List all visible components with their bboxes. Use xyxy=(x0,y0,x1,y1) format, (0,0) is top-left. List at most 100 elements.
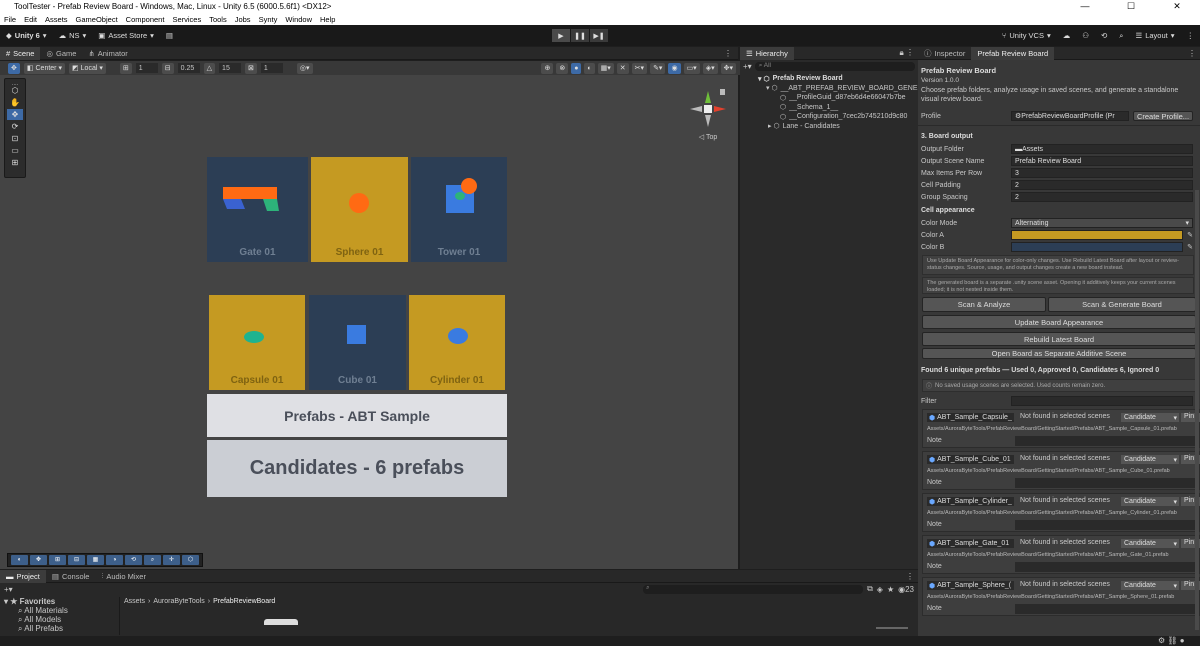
view-gizmo[interactable]: ◁ Top xyxy=(686,87,730,145)
tab-game[interactable]: ◎ Game xyxy=(40,47,82,60)
transform-tool-icon[interactable]: ⊞ xyxy=(7,157,23,168)
open-board-button[interactable]: Open Board as Separate Additive Scene xyxy=(922,348,1196,359)
prefab-object-field[interactable]: ⬢ ABT_Sample_Cube_01 xyxy=(927,455,1014,464)
search-icon[interactable]: ⌕ xyxy=(1113,31,1129,41)
filter-icon[interactable]: ⧉ xyxy=(867,584,873,594)
menu-component[interactable]: Component xyxy=(122,15,169,24)
rotate-tool-icon[interactable]: ⟳ xyxy=(7,121,23,132)
camera-icon[interactable]: ▭▾ xyxy=(683,62,700,74)
shaded-icon[interactable]: ● xyxy=(571,62,582,74)
favorites-item[interactable]: ⌕ All Prefabs xyxy=(0,624,119,633)
tab-scene[interactable]: # Scene xyxy=(0,46,41,60)
cube-icon[interactable]: ⬡ xyxy=(7,85,23,96)
menu-tools[interactable]: Tools xyxy=(205,15,231,24)
effects-icon[interactable]: ✂▾ xyxy=(631,62,648,74)
more-icon[interactable]: ⋮ xyxy=(1181,31,1200,41)
filter-input[interactable] xyxy=(1011,396,1193,406)
max-items-field[interactable]: 3 xyxy=(1011,168,1193,178)
space-dropdown[interactable]: ◩ Local ▾ xyxy=(69,62,106,74)
scan-analyze-button[interactable]: Scan & Analyze xyxy=(922,297,1046,312)
menu-file[interactable]: File xyxy=(0,15,20,24)
board-cell-cube[interactable]: Cube 01 xyxy=(309,295,406,390)
more-icon[interactable]: ⋮ xyxy=(906,572,918,581)
step-icon[interactable]: ▶❚ xyxy=(590,29,608,42)
hierarchy-search-input[interactable]: ⌕ All xyxy=(754,61,915,71)
board-cell-gate[interactable]: Gate 01 xyxy=(207,157,308,262)
tab-console[interactable]: ▤ Console xyxy=(46,570,96,583)
hand-tool-icon[interactable]: ✋ xyxy=(7,97,23,108)
tool-icon-8[interactable]: ⌕ xyxy=(144,555,161,565)
note-input[interactable] xyxy=(1015,478,1199,488)
cloud-icon[interactable]: ☁ xyxy=(1057,31,1077,41)
fx-icon[interactable]: ▦▾ xyxy=(597,62,614,74)
rebuild-board-button[interactable]: Rebuild Latest Board xyxy=(922,332,1196,346)
snap-field-3[interactable]: 15 xyxy=(219,63,242,73)
package-icon[interactable]: ▤ xyxy=(160,31,179,40)
color-mode-dropdown[interactable]: Alternating ▾ xyxy=(1011,218,1193,228)
snap-field-4[interactable]: 1 xyxy=(260,63,283,73)
vcs-button[interactable]: ⑂ Unity VCS ▾ xyxy=(996,31,1057,41)
asset-thumbnail[interactable] xyxy=(264,619,298,625)
menu-edit[interactable]: Edit xyxy=(20,15,41,24)
gizmo-toggle-icon[interactable]: ◎▾ xyxy=(296,62,313,74)
add-icon[interactable]: +▾ xyxy=(743,62,752,71)
favorites-item[interactable]: ⌕ All Materials xyxy=(0,606,119,615)
profile-field[interactable]: ⚙ PrefabReviewBoardProfile (Pr xyxy=(1011,111,1129,121)
menu-services[interactable]: Services xyxy=(168,15,205,24)
tab-project[interactable]: ▬ Project xyxy=(0,569,46,583)
menu-window[interactable]: Window xyxy=(281,15,316,24)
scale-tool-icon[interactable]: ⊡ xyxy=(7,133,23,144)
account-button[interactable]: ◆ Unity 6 ▾ xyxy=(0,31,53,40)
hierarchy-item[interactable]: ⬡ __Schema_1__ xyxy=(758,103,918,113)
pivot-dropdown[interactable]: ◧ Center ▾ xyxy=(23,62,66,74)
breadcrumb-item[interactable]: Assets xyxy=(124,598,145,605)
status-dropdown[interactable]: Candidate ▾ xyxy=(1121,455,1179,464)
update-appearance-button[interactable]: Update Board Appearance xyxy=(922,315,1196,329)
more-icon[interactable]: ⋮ xyxy=(724,49,738,58)
visibility-count[interactable]: ◉23 xyxy=(898,585,914,594)
maximize-icon[interactable]: ☐ xyxy=(1108,1,1154,12)
note-input[interactable] xyxy=(1015,520,1199,530)
tool-icon-10[interactable]: ⬡ xyxy=(182,555,199,565)
prefab-object-field[interactable]: ⬢ ABT_Sample_Sphere_( xyxy=(927,581,1014,590)
add-icon[interactable]: +▾ xyxy=(4,585,13,594)
menu-jobs[interactable]: Jobs xyxy=(231,15,255,24)
status-dropdown[interactable]: Candidate ▾ xyxy=(1121,497,1179,506)
tool-icon-9[interactable]: ✛ xyxy=(163,555,180,565)
move-snap-icon[interactable]: ⊟ xyxy=(161,62,174,74)
menu-help[interactable]: Help xyxy=(316,15,339,24)
inspector-scrollbar[interactable] xyxy=(1195,190,1199,630)
prefab-object-field[interactable]: ⬢ ABT_Sample_Capsule_ xyxy=(927,413,1014,422)
eyedropper-icon[interactable]: ✎ xyxy=(1183,243,1193,251)
note-input[interactable] xyxy=(1015,562,1199,572)
lock-icon[interactable]: 🔒︎ ⋮ xyxy=(900,48,918,58)
tab-animator[interactable]: ⋔ Animator xyxy=(82,47,133,60)
asset-store-button[interactable]: ▣ Asset Store ▾ xyxy=(92,31,160,40)
brush-icon[interactable]: ✎▾ xyxy=(650,62,666,74)
note-input[interactable] xyxy=(1015,436,1199,446)
hierarchy-item[interactable]: ▾ ⬡ Prefab Review Board xyxy=(758,74,918,84)
tool-icon-1[interactable]: ◐ xyxy=(11,555,28,565)
tool-icon-7[interactable]: ⟲ xyxy=(125,555,142,565)
collab-icon[interactable]: ⚇ xyxy=(1076,31,1095,41)
gizmos-icon[interactable]: ◈▾ xyxy=(702,62,718,74)
menu-gameobject[interactable]: GameObject xyxy=(72,15,122,24)
wireframe-icon[interactable]: ⊗ xyxy=(556,62,569,74)
scene-settings-icon[interactable]: ✥▾ xyxy=(720,62,736,74)
tab-prefab-review-board[interactable]: Prefab Review Board xyxy=(971,47,1055,60)
breadcrumb-item[interactable]: AuroraByteTools xyxy=(153,598,204,605)
favorites-item[interactable]: ⌕ All Models xyxy=(0,615,119,624)
create-profile-button[interactable]: Create Profile... xyxy=(1133,111,1193,121)
group-spacing-field[interactable]: 2 xyxy=(1011,192,1193,202)
color-b-swatch[interactable] xyxy=(1011,242,1183,252)
star-icon[interactable]: ★ xyxy=(887,585,894,594)
ns-button[interactable]: ☁ NS ▾ xyxy=(53,31,93,40)
lighting-icon[interactable]: ◐ xyxy=(584,62,595,74)
rect-tool-icon[interactable]: ▭ xyxy=(7,145,23,156)
globe-icon[interactable]: ⊕ xyxy=(541,62,554,74)
tab-hierarchy[interactable]: ☰ Hierarchy xyxy=(740,46,794,60)
tool-icon-2[interactable]: ✥ xyxy=(30,555,47,565)
tool-icon-6[interactable]: ◑ xyxy=(106,555,123,565)
snap-field-2[interactable]: 0.25 xyxy=(177,63,200,73)
status-dropdown[interactable]: Candidate ▾ xyxy=(1121,581,1179,590)
